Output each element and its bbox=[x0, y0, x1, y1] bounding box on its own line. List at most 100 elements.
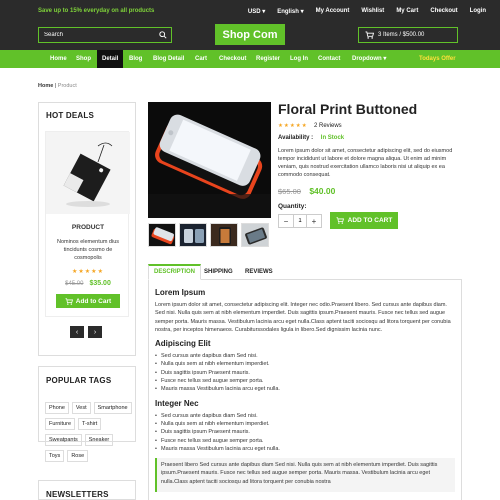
product-new-price: $40.00 bbox=[309, 186, 336, 196]
promo-text: Save up to 15% everyday on all products bbox=[38, 8, 155, 14]
breadcrumb-current: Product bbox=[57, 83, 77, 89]
newsletters-title: NEWSLETTERS bbox=[46, 490, 109, 499]
my-cart-link[interactable]: My Cart bbox=[396, 8, 418, 15]
tag-rose[interactable]: Rose bbox=[67, 450, 89, 462]
hot-deal-rating: ★★★★★ bbox=[72, 269, 104, 275]
cart-summary-text: 3 Items / $500.00 bbox=[378, 32, 425, 38]
adipiscing-heading: Adipiscing Elit bbox=[155, 339, 211, 349]
currency-select[interactable]: USD ▾ bbox=[248, 8, 265, 15]
tag-vest[interactable]: Vest bbox=[71, 402, 91, 414]
product-prices: $65.00 $40.00 bbox=[278, 186, 335, 196]
nav-blog[interactable]: Blog bbox=[129, 50, 142, 68]
wishlist-link[interactable]: Wishlist bbox=[361, 8, 384, 15]
nav-blog-detail[interactable]: Blog Detail bbox=[153, 50, 184, 68]
newsletters-panel: NEWSLETTERS bbox=[38, 480, 136, 500]
nav-contact[interactable]: Contact bbox=[318, 50, 340, 68]
chevron-right-icon[interactable]: › bbox=[88, 326, 102, 338]
quantity-input[interactable] bbox=[293, 215, 307, 227]
hot-deals-panel: HOT DEALS PRODUCT Nominos elementum dius… bbox=[38, 102, 136, 356]
list-item: Fusce nec tellus sed augue semper porta. bbox=[155, 377, 455, 386]
my-account-link[interactable]: My Account bbox=[316, 8, 350, 15]
main-nav: Home Shop Detail Blog Blog Detail Cart C… bbox=[0, 50, 500, 68]
hot-deal-new-price: $35.00 bbox=[89, 280, 111, 287]
nav-cart[interactable]: Cart bbox=[195, 50, 207, 68]
product-thumbnail[interactable] bbox=[210, 223, 238, 247]
nav-detail[interactable]: Detail bbox=[97, 50, 124, 68]
hot-deal-add-to-cart-button[interactable]: Add to Cart bbox=[56, 294, 120, 308]
popular-tags-title: POPULAR TAGS bbox=[46, 376, 112, 385]
nav-todays-offer[interactable]: Todays Offer bbox=[419, 50, 456, 68]
header: Shop Com 3 Items / $500.00 bbox=[0, 24, 500, 50]
search-icon[interactable] bbox=[159, 31, 167, 39]
nav-dropdown[interactable]: Dropdown ▾ bbox=[352, 50, 386, 68]
product-main-image[interactable] bbox=[148, 102, 271, 218]
hot-deal-name[interactable]: PRODUCT bbox=[46, 224, 130, 231]
hot-deal-old-price: $45.00 bbox=[65, 281, 84, 287]
hot-deals-arrows: ‹ › bbox=[70, 326, 102, 338]
tag-toys[interactable]: Toys bbox=[45, 450, 65, 462]
tab-reviews[interactable]: REVIEWS bbox=[240, 264, 278, 280]
list-item: Fusce nec tellus sed augue semper porta. bbox=[155, 437, 455, 446]
list-item: Sed cursus ante dapibus diam Sed nisi. bbox=[155, 412, 455, 421]
chevron-down-icon: ▾ bbox=[300, 9, 304, 15]
chevron-left-icon[interactable]: ‹ bbox=[70, 326, 84, 338]
search-input[interactable] bbox=[39, 28, 155, 42]
breadcrumb: Home | Product bbox=[38, 83, 77, 89]
product-thumbnail[interactable] bbox=[241, 223, 269, 247]
tag-phone[interactable]: Phone bbox=[45, 402, 69, 414]
quantity-decrease-button[interactable]: − bbox=[279, 215, 293, 227]
product-reviews-link[interactable]: 2 Reviews bbox=[314, 123, 342, 129]
adipiscing-list: Sed cursus ante dapibus diam Sed nisi. N… bbox=[155, 352, 455, 394]
hot-deal-image[interactable] bbox=[46, 132, 130, 214]
nav-register[interactable]: Register bbox=[256, 50, 280, 68]
breadcrumb-home[interactable]: Home bbox=[38, 83, 53, 89]
product-thumbnail[interactable] bbox=[179, 223, 207, 247]
quantity-increase-button[interactable]: + bbox=[307, 215, 321, 227]
description-panel: Lorem Ipsum Lorem ipsum dolor sit amet, … bbox=[148, 280, 462, 500]
tab-description[interactable]: DESCRIPTION bbox=[148, 264, 202, 280]
nav-shop[interactable]: Shop bbox=[76, 50, 91, 68]
hot-deal-add-to-cart-label: Add to Cart bbox=[75, 297, 112, 305]
tag-smartphone[interactable]: Smartphone bbox=[93, 402, 132, 414]
checkout-link[interactable]: Checkout bbox=[430, 8, 457, 15]
tag-sneaker[interactable]: Sneaker bbox=[84, 434, 114, 446]
description-quote: Praesent libero Sed cursus ante dapibus … bbox=[155, 458, 455, 493]
language-select[interactable]: English ▾ bbox=[277, 8, 303, 15]
hot-deal-prices: $45.00 $35.00 bbox=[46, 280, 130, 287]
hot-deals-title: HOT DEALS bbox=[46, 111, 95, 120]
product-short-description: Lorem ipsum dolor sit amet, consectetur … bbox=[278, 148, 453, 178]
nav-checkout[interactable]: Checkout bbox=[219, 50, 246, 68]
nav-login[interactable]: Log In bbox=[290, 50, 308, 68]
cart-icon bbox=[365, 31, 374, 39]
tag-tshirt[interactable]: T-shirt bbox=[78, 418, 102, 430]
description-paragraph: Lorem ipsum dolor sit amet, consectetur … bbox=[155, 302, 451, 333]
integer-heading: Integer Nec bbox=[155, 398, 199, 408]
availability-label: Availability : bbox=[278, 135, 314, 141]
chevron-down-icon: ▾ bbox=[383, 56, 387, 62]
product-tabs: DESCRIPTION SHIPPING REVIEWS bbox=[148, 264, 462, 280]
integer-list: Sed cursus ante dapibus diam Sed nisi. N… bbox=[155, 412, 455, 454]
cart-icon bbox=[65, 297, 73, 305]
product-title: Floral Print Buttoned bbox=[278, 101, 418, 117]
tag-furniture[interactable]: Furniture bbox=[45, 418, 76, 430]
search-box bbox=[38, 27, 172, 43]
list-item: Duis sagittis ipsum Praesent mauris. bbox=[155, 428, 455, 437]
product-thumbnail[interactable] bbox=[148, 223, 176, 247]
list-item: Duis sagittis ipsum Praesent mauris. bbox=[155, 369, 455, 378]
hot-deal-description: Nominos elementum dius tincidunts cosmo … bbox=[56, 239, 120, 261]
list-item: Nulla quis sem at nibh elementum imperdi… bbox=[155, 360, 455, 369]
tab-shipping[interactable]: SHIPPING bbox=[199, 264, 238, 280]
nav-home[interactable]: Home bbox=[50, 50, 67, 68]
site-logo[interactable]: Shop Com bbox=[215, 24, 285, 45]
chevron-down-icon: ▾ bbox=[262, 9, 266, 15]
list-item: Sed cursus ante dapibus diam Sed nisi. bbox=[155, 352, 455, 361]
cart-summary-button[interactable]: 3 Items / $500.00 bbox=[358, 27, 458, 43]
product-thumbnails bbox=[148, 223, 269, 247]
tag-sweatpants[interactable]: Sweatpants bbox=[45, 434, 82, 446]
cart-icon bbox=[336, 217, 344, 224]
quantity-stepper: − + bbox=[278, 214, 322, 228]
add-to-cart-button[interactable]: ADD TO CART bbox=[330, 212, 398, 229]
product-availability: Availability : In Stock bbox=[278, 135, 344, 141]
login-link[interactable]: Login bbox=[470, 8, 486, 15]
description-heading: Lorem Ipsum bbox=[155, 288, 206, 297]
